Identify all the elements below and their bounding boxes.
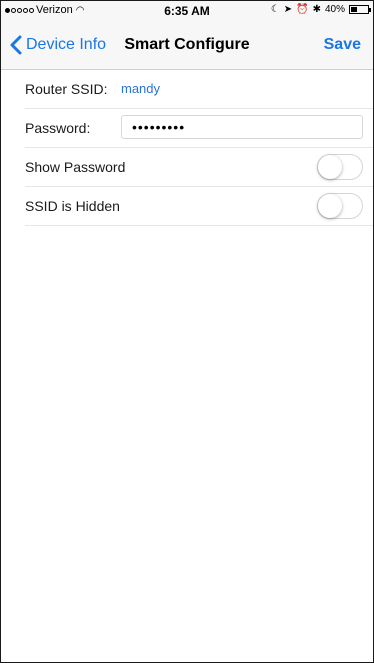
password-label: Password: bbox=[25, 120, 91, 136]
bluetooth-icon: ✱ bbox=[312, 4, 321, 15]
show-password-row: Show Password bbox=[25, 148, 373, 187]
password-field[interactable]: ••••••••• bbox=[121, 115, 363, 139]
moon-icon: ☾ bbox=[270, 4, 280, 15]
show-password-label: Show Password bbox=[25, 159, 126, 175]
password-row: Password: ••••••••• bbox=[25, 109, 373, 148]
status-bar: Verizon ◠ 6:35 AM ☾ ➤ ⏰ ✱ 40% bbox=[1, 1, 373, 21]
toggle-knob bbox=[318, 194, 342, 218]
alarm-icon: ⏰ bbox=[296, 4, 309, 15]
router-ssid-row: Router SSID: mandy bbox=[25, 70, 373, 109]
back-button-label: Device Info bbox=[26, 36, 107, 53]
chevron-left-icon bbox=[10, 35, 22, 55]
back-button[interactable]: Device Info bbox=[9, 35, 106, 55]
ssid-hidden-toggle[interactable] bbox=[317, 193, 363, 219]
ssid-hidden-row: SSID is Hidden bbox=[25, 187, 373, 226]
location-icon: ➤ bbox=[283, 4, 293, 15]
phone-screen: Verizon ◠ 6:35 AM ☾ ➤ ⏰ ✱ 40% Device Inf… bbox=[0, 0, 374, 663]
router-ssid-value[interactable]: mandy bbox=[121, 81, 160, 96]
status-right: ☾ ➤ ⏰ ✱ 40% bbox=[270, 4, 371, 15]
navigation-bar: Device Info Smart Configure Save bbox=[1, 21, 373, 70]
battery-icon bbox=[349, 5, 371, 14]
ssid-hidden-label: SSID is Hidden bbox=[25, 198, 120, 214]
battery-percent: 40% bbox=[324, 4, 345, 15]
router-ssid-label: Router SSID: bbox=[25, 81, 108, 97]
toggle-knob bbox=[318, 155, 342, 179]
battery-fill bbox=[351, 7, 357, 12]
show-password-toggle[interactable] bbox=[317, 154, 363, 180]
save-button[interactable]: Save bbox=[324, 36, 361, 54]
